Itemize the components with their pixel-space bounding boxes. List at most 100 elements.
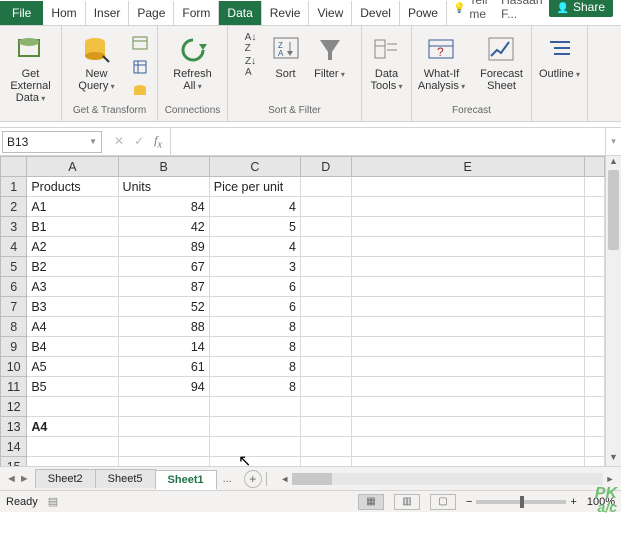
- cell[interactable]: [300, 217, 351, 237]
- table-row[interactable]: 15: [1, 457, 605, 467]
- cell[interactable]: 94: [118, 377, 209, 397]
- cell[interactable]: [300, 317, 351, 337]
- cell[interactable]: [300, 377, 351, 397]
- cell[interactable]: B1: [27, 217, 118, 237]
- row-header[interactable]: 8: [1, 317, 27, 337]
- outline-button[interactable]: Outline: [536, 32, 584, 82]
- row-header[interactable]: 10: [1, 357, 27, 377]
- cell[interactable]: [351, 197, 584, 217]
- cell[interactable]: [351, 357, 584, 377]
- cell[interactable]: [118, 417, 209, 437]
- fx-button[interactable]: fx: [154, 133, 162, 150]
- row-header[interactable]: 4: [1, 237, 27, 257]
- filter-button[interactable]: Filter: [310, 32, 350, 82]
- row-header[interactable]: 9: [1, 337, 27, 357]
- cell[interactable]: [27, 457, 118, 467]
- cell[interactable]: [351, 397, 584, 417]
- cell[interactable]: 87: [118, 277, 209, 297]
- cell[interactable]: B4: [27, 337, 118, 357]
- horizontal-scrollbar[interactable]: ◄ ►: [278, 473, 617, 485]
- table-row[interactable]: 12: [1, 397, 605, 417]
- cell[interactable]: [118, 457, 209, 467]
- sort-az-button[interactable]: A↓Z: [240, 32, 262, 54]
- row-header[interactable]: 2: [1, 197, 27, 217]
- cell[interactable]: [351, 337, 584, 357]
- zoom-level[interactable]: 100%: [587, 496, 615, 508]
- tab-data[interactable]: Data: [219, 1, 261, 25]
- cell[interactable]: Products: [27, 177, 118, 197]
- row-header[interactable]: 3: [1, 217, 27, 237]
- row-header[interactable]: 15: [1, 457, 27, 467]
- row-header[interactable]: 1: [1, 177, 27, 197]
- cell[interactable]: 6: [209, 297, 300, 317]
- view-page-layout-button[interactable]: ▥: [394, 494, 420, 510]
- tell-me-search[interactable]: Tell me: [447, 0, 495, 25]
- cell[interactable]: A1: [27, 197, 118, 217]
- table-row[interactable]: 5B2673: [1, 257, 605, 277]
- cell[interactable]: B5: [27, 377, 118, 397]
- zoom-out-button[interactable]: −: [466, 496, 472, 508]
- cell[interactable]: [584, 397, 604, 417]
- table-row[interactable]: 2A1844: [1, 197, 605, 217]
- cell[interactable]: [300, 337, 351, 357]
- hscroll-right[interactable]: ►: [603, 474, 617, 484]
- sheet-tab-active[interactable]: Sheet1: [155, 470, 217, 490]
- col-header[interactable]: [584, 157, 604, 177]
- hscroll-left[interactable]: ◄: [278, 474, 292, 484]
- table-row[interactable]: 8A4888: [1, 317, 605, 337]
- cell[interactable]: A4: [27, 417, 118, 437]
- cell[interactable]: [300, 457, 351, 467]
- sheet-tab-more[interactable]: ...: [217, 470, 238, 488]
- cell[interactable]: [584, 417, 604, 437]
- cell[interactable]: [351, 237, 584, 257]
- cell[interactable]: 8: [209, 317, 300, 337]
- cell[interactable]: [351, 377, 584, 397]
- zoom-knob[interactable]: [520, 496, 524, 508]
- zoom-in-button[interactable]: +: [570, 496, 576, 508]
- sheet-nav-prev[interactable]: ◄: [6, 473, 17, 485]
- col-header[interactable]: B: [118, 157, 209, 177]
- cell[interactable]: [351, 257, 584, 277]
- table-row[interactable]: 10A5618: [1, 357, 605, 377]
- cell[interactable]: [300, 417, 351, 437]
- tab-developer[interactable]: Devel: [352, 1, 400, 25]
- row-header[interactable]: 7: [1, 297, 27, 317]
- tab-formulas[interactable]: Form: [174, 1, 219, 25]
- show-queries-button[interactable]: [129, 32, 151, 54]
- cell[interactable]: 8: [209, 357, 300, 377]
- cell[interactable]: 14: [118, 337, 209, 357]
- table-row[interactable]: 13A4: [1, 417, 605, 437]
- cell[interactable]: [300, 197, 351, 217]
- cell[interactable]: [300, 297, 351, 317]
- from-table-button[interactable]: [129, 56, 151, 78]
- cell[interactable]: [351, 317, 584, 337]
- new-sheet-button[interactable]: +: [244, 470, 262, 488]
- table-row[interactable]: 11B5948: [1, 377, 605, 397]
- scroll-thumb[interactable]: [608, 170, 619, 250]
- cell[interactable]: [300, 257, 351, 277]
- cell[interactable]: 6: [209, 277, 300, 297]
- forecast-sheet-button[interactable]: Forecast Sheet: [474, 32, 530, 94]
- macro-record-icon[interactable]: [48, 495, 58, 508]
- what-if-analysis-button[interactable]: ? What-If Analysis: [414, 32, 470, 94]
- cell[interactable]: 3: [209, 257, 300, 277]
- cell[interactable]: 84: [118, 197, 209, 217]
- cell[interactable]: 8: [209, 377, 300, 397]
- tab-power[interactable]: Powe: [400, 1, 447, 25]
- cell[interactable]: 88: [118, 317, 209, 337]
- cell[interactable]: [300, 437, 351, 457]
- table-row[interactable]: 14: [1, 437, 605, 457]
- cell[interactable]: [584, 337, 604, 357]
- table-row[interactable]: 4A2894: [1, 237, 605, 257]
- cell[interactable]: A2: [27, 237, 118, 257]
- cell[interactable]: [300, 357, 351, 377]
- cell[interactable]: [584, 177, 604, 197]
- cell[interactable]: 8: [209, 337, 300, 357]
- cell[interactable]: 4: [209, 197, 300, 217]
- file-tab[interactable]: File: [0, 1, 43, 25]
- view-page-break-button[interactable]: ▢: [430, 494, 456, 510]
- cell[interactable]: 5: [209, 217, 300, 237]
- cell[interactable]: Pice per unit: [209, 177, 300, 197]
- cells-table[interactable]: A B C D E 1ProductsUnitsPice per unit2A1…: [0, 156, 605, 466]
- new-query-button[interactable]: New Query: [69, 32, 125, 94]
